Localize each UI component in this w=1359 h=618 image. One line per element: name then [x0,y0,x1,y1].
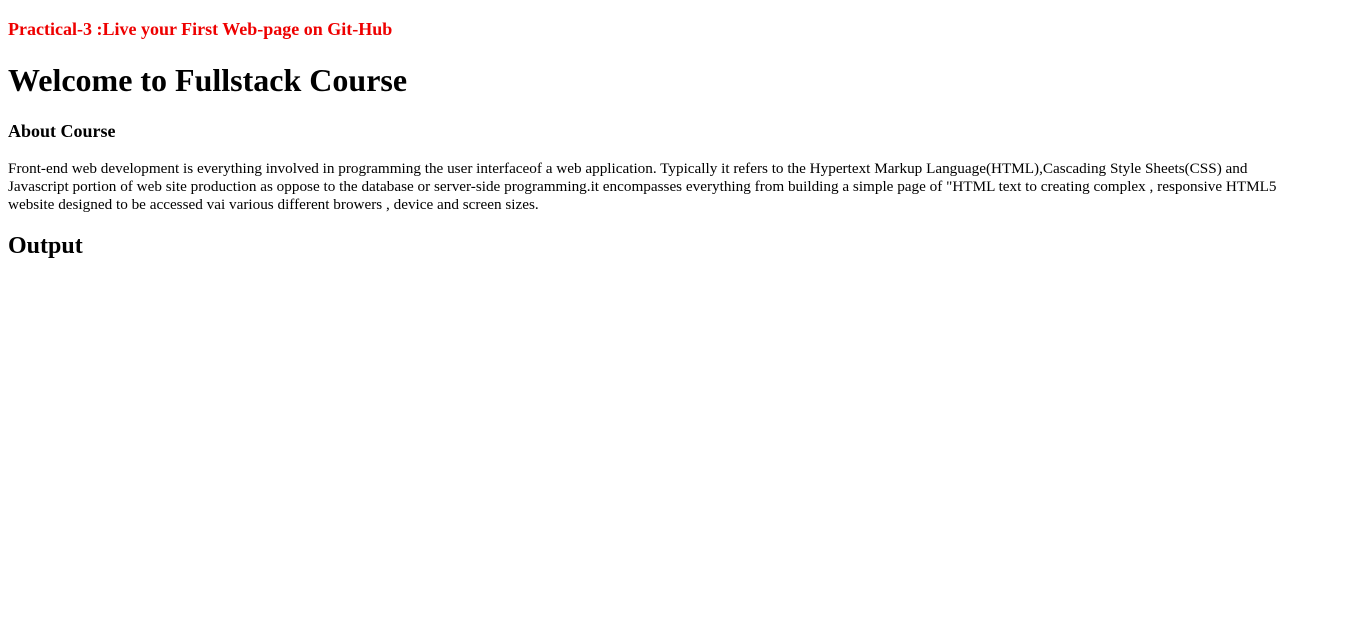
about-course-paragraph: Front-end web development is everything … [8,160,1351,214]
about-line: Front-end web development is everything … [8,160,1248,177]
about-line: website designed to be accessed vai vari… [8,196,539,213]
about-course-heading: About Course [8,121,116,141]
page-title: Welcome to Fullstack Course [8,62,408,98]
practical-title: Practical-3 :Live your First Web-page on… [8,19,393,39]
output-heading: Output [8,233,83,259]
about-line: Javascript portion of web site productio… [8,178,1277,195]
page-content: Practical-3 :Live your First Web-page on… [0,0,1359,260]
